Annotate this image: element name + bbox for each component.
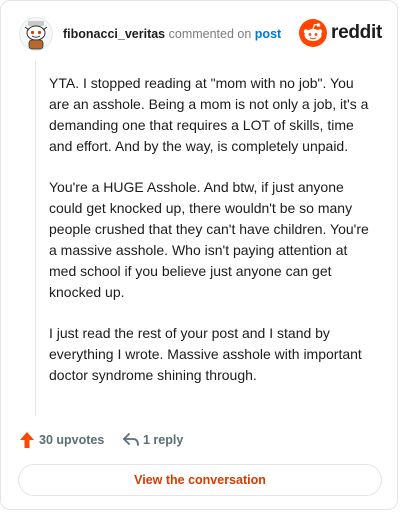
comment-card: fibonacci_veritas commented on post redd… <box>0 0 398 510</box>
username[interactable]: fibonacci_veritas <box>63 27 165 41</box>
thread-line <box>35 61 36 416</box>
comment-body: YTA. I stopped reading at "mom with no j… <box>49 73 377 406</box>
reply-button[interactable]: 1 reply <box>143 433 183 447</box>
reply-arrow-icon[interactable] <box>122 432 140 448</box>
view-conversation-button[interactable]: View the conversation <box>18 464 382 496</box>
upvote-count: 30 upvotes <box>39 433 105 447</box>
reddit-snoo-icon <box>299 19 327 47</box>
upvote-arrow-icon[interactable] <box>19 431 35 449</box>
user-avatar[interactable] <box>19 17 53 51</box>
comment-header: fibonacci_veritas commented on post redd… <box>19 17 385 53</box>
reddit-logo[interactable]: reddit <box>299 19 385 49</box>
post-link[interactable]: post <box>255 27 281 41</box>
comment-paragraph: I just read the rest of your post and I … <box>49 325 362 383</box>
comment-meta: fibonacci_veritas commented on post <box>63 27 281 41</box>
snoo-avatar-icon <box>19 17 53 51</box>
comment-paragraph: You're a HUGE Asshole. And btw, if just … <box>49 179 369 300</box>
brand-wordmark: reddit <box>331 22 382 43</box>
comment-paragraph: YTA. I stopped reading at "mom with no j… <box>49 75 369 154</box>
action-text: commented on <box>168 27 252 41</box>
